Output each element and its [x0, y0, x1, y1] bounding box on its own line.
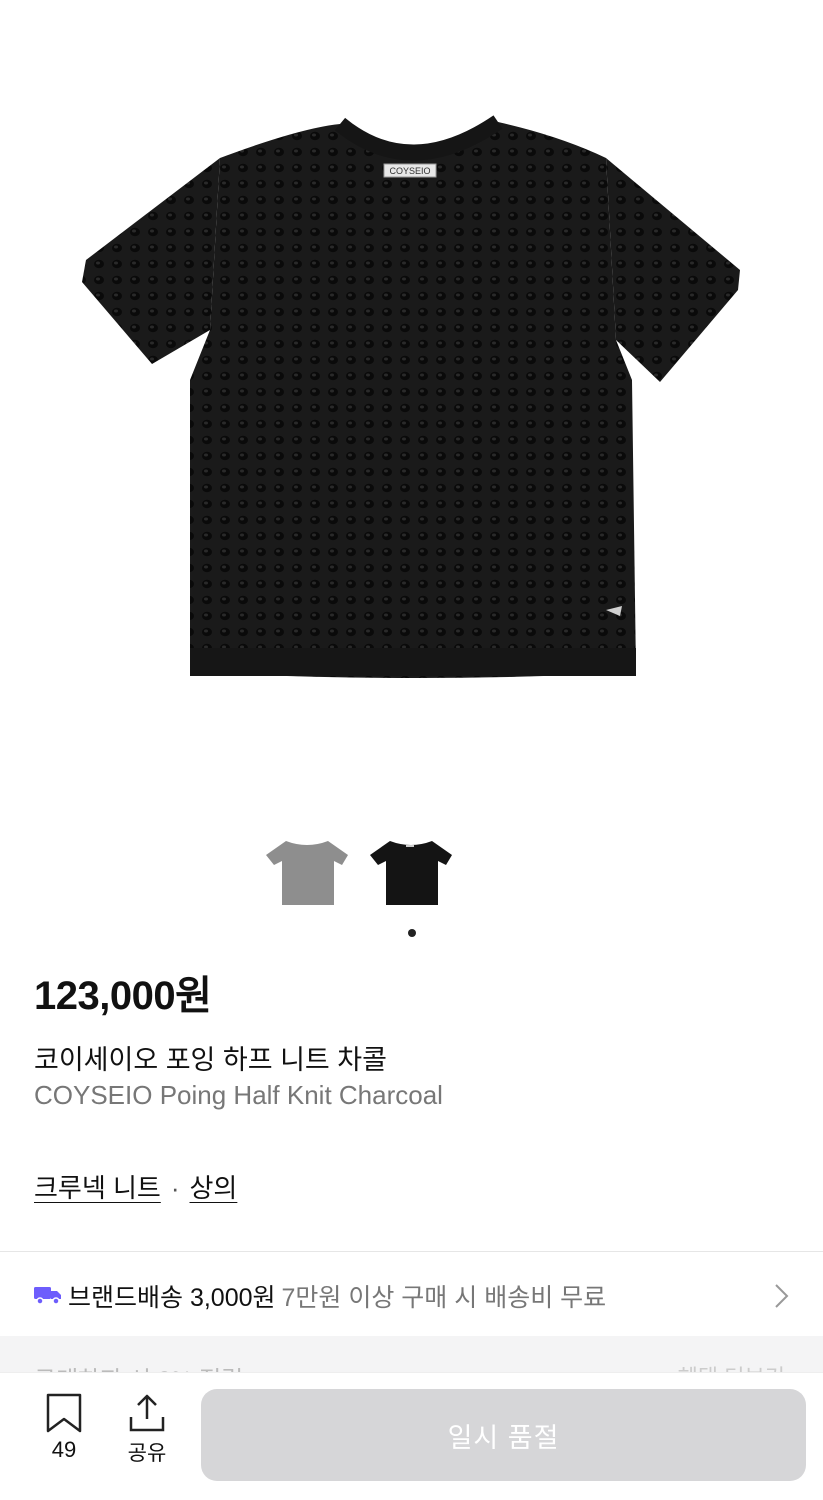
bookmark-button[interactable]: 49 [40, 1393, 88, 1473]
share-icon [129, 1394, 165, 1432]
benefits-peek-row: 구매하자 시 0% 적립 혜택 더보기 [0, 1336, 823, 1372]
bookmark-icon [46, 1393, 82, 1433]
points-peek-text: 구매하자 시 0% 적립 [34, 1360, 243, 1372]
category-link-tops[interactable]: 상의 [190, 1173, 238, 1203]
more-benefits-peek-text: 혜택 더보기 [678, 1360, 785, 1372]
product-name-korean: 코이세이오 포잉 하프 니트 차콜 [34, 1045, 387, 1075]
price: 123,000원 [34, 974, 212, 1018]
category-separator: · [170, 1173, 180, 1203]
carousel-indicator [0, 924, 823, 942]
shipping-info-row[interactable]: 브랜드배송 3,000원 7만원 이상 구매 시 배송비 무료 [0, 1252, 823, 1336]
knit-shirt-illustration: COYSEIO [82, 115, 740, 678]
thumbnail-strip [0, 835, 823, 910]
category-link-crewneck-knit[interactable]: 크루넥 니트 [34, 1173, 161, 1203]
thumbnail-charcoal[interactable] [368, 835, 454, 910]
chevron-right-icon [775, 1284, 789, 1308]
product-main-image[interactable]: COYSEIO [0, 0, 823, 800]
shipping-note: 7만원 이상 구매 시 배송비 무료 [281, 1284, 607, 1312]
carousel-dot-active [407, 929, 416, 937]
neck-label-text: COYSEIO [389, 166, 430, 176]
shipping-label: 브랜드배송 3,000원 [68, 1284, 276, 1312]
sold-out-button[interactable]: 일시 품절 [201, 1389, 806, 1481]
category-breadcrumb: 크루넥 니트 · 상의 [34, 1168, 237, 1205]
truck-icon [34, 1287, 61, 1305]
bookmark-count: 49 [51, 1437, 77, 1462]
bottom-action-bar: 49 공유 일시 품절 [0, 1372, 823, 1500]
share-label: 공유 [127, 1442, 167, 1465]
product-name-english: COYSEIO Poing Half Knit Charcoal [34, 1080, 443, 1110]
thumbnail-gray[interactable] [264, 835, 350, 910]
share-button[interactable]: 공유 [120, 1393, 174, 1473]
